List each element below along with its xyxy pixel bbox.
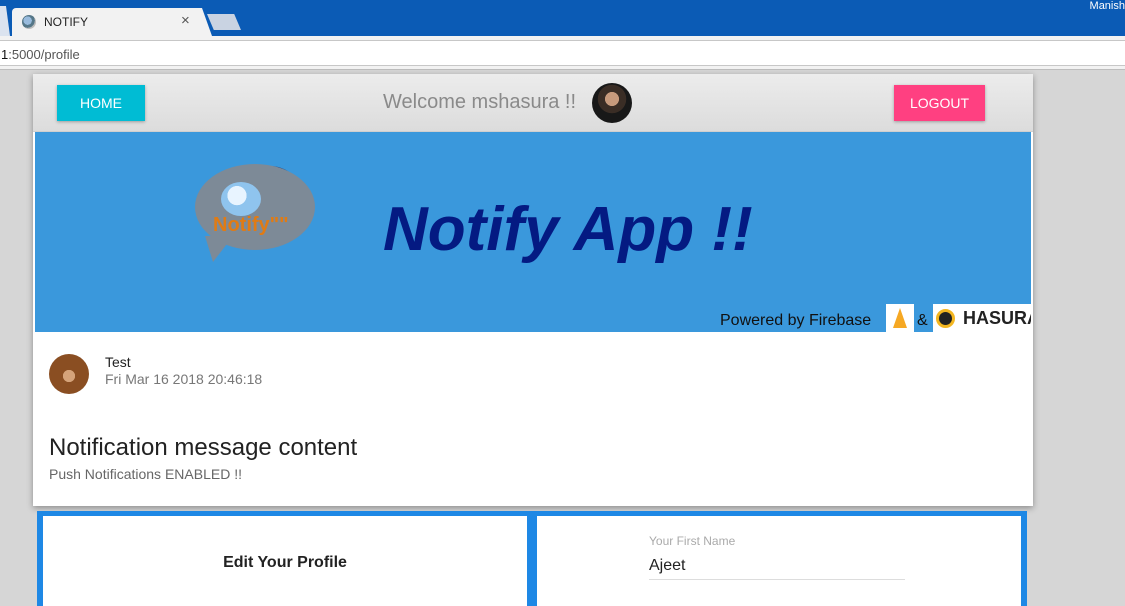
profile-form-card: Your First Name: [537, 516, 1021, 606]
edit-profile-title: Edit Your Profile: [223, 554, 347, 571]
tab-title: NOTIFY: [44, 15, 88, 29]
close-tab-icon[interactable]: ×: [181, 12, 190, 29]
main-card: HOME Welcome mshasura !! LOGOUT Notify""…: [33, 74, 1033, 506]
home-button[interactable]: HOME: [57, 85, 145, 121]
page-viewport: HOME Welcome mshasura !! LOGOUT Notify""…: [0, 70, 1125, 606]
browser-user-name[interactable]: Manish: [1090, 0, 1125, 12]
hasura-icon: [936, 309, 955, 328]
first-name-field[interactable]: [649, 552, 905, 580]
notification-status: Push Notifications ENABLED !!: [49, 466, 242, 482]
ampersand: &: [917, 312, 928, 329]
browser-titlebar: Manish NOTIFY ×: [0, 0, 1125, 36]
user-avatar[interactable]: [592, 83, 632, 123]
firebase-logo: [886, 304, 914, 332]
address-bar: 1:5000/profile: [0, 36, 1125, 70]
notification-title: Test: [105, 354, 131, 370]
profile-panel: Edit Your Profile Your First Name: [37, 511, 1027, 606]
logo-bubble-inner: [221, 182, 261, 216]
teddy-bear-avatar: [49, 354, 89, 394]
previous-tab[interactable]: [0, 6, 10, 36]
url-text: 1:5000/profile: [1, 47, 80, 62]
hasura-text: HASURA: [963, 308, 1031, 328]
logout-button[interactable]: LOGOUT: [894, 85, 985, 121]
powered-by-text: Powered by Firebase: [720, 312, 872, 329]
notification-timestamp: Fri Mar 16 2018 20:46:18: [105, 371, 263, 387]
app-banner: Notify"" Notify App !! Powered by Fireba…: [35, 132, 1031, 332]
favicon-icon: [22, 15, 36, 29]
notification-heading: Notification message content: [49, 434, 358, 461]
url-input[interactable]: 1:5000/profile: [0, 40, 1125, 66]
new-tab-button[interactable]: [207, 14, 241, 30]
hasura-logo: HASURA: [933, 304, 1031, 332]
browser-tab-notify[interactable]: NOTIFY ×: [12, 8, 212, 36]
firebase-flame-icon: [893, 308, 907, 328]
logo-bubble-tail: [205, 236, 233, 262]
banner-title: Notify App !!: [383, 195, 753, 264]
profile-title-card: Edit Your Profile: [43, 516, 527, 606]
welcome-text: Welcome mshasura !!: [383, 91, 577, 113]
logo-text: Notify"": [213, 214, 289, 236]
first-name-label: Your First Name: [649, 534, 736, 548]
app-header: HOME Welcome mshasura !! LOGOUT: [33, 74, 1033, 132]
